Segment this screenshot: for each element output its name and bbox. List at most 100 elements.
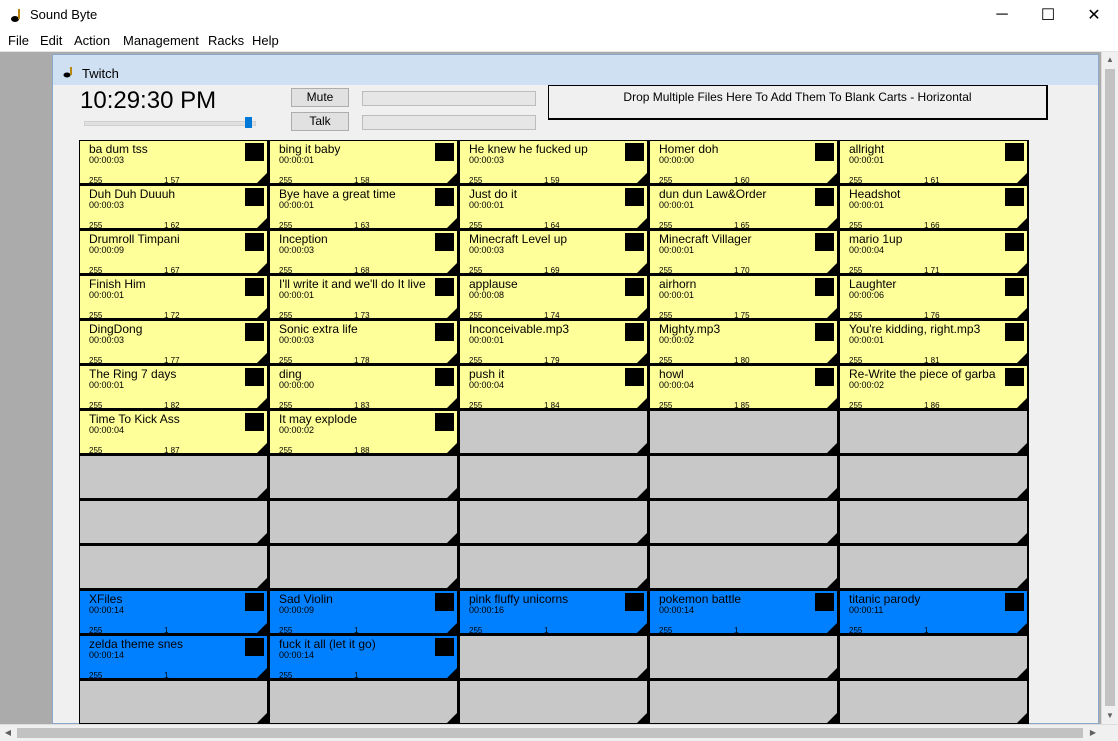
cart-28[interactable]: howl 00:00:04 255 1 85	[649, 365, 839, 410]
cart-color-swatch[interactable]	[435, 323, 454, 341]
cart-23[interactable]: Mighty.mp3 00:00:02 255 1 80	[649, 320, 839, 365]
cart-24[interactable]: You're kidding, right.mp3 00:00:01 255 1 81	[839, 320, 1029, 365]
empty-cart[interactable]	[649, 635, 839, 680]
talk-button[interactable]: Talk	[291, 112, 349, 131]
scroll-up-icon[interactable]: ▲	[1102, 52, 1118, 68]
cart-color-swatch[interactable]	[245, 188, 264, 206]
cart-color-swatch[interactable]	[1005, 188, 1024, 206]
horizontal-scrollbar[interactable]: ◀ ▶	[0, 724, 1118, 741]
empty-cart[interactable]	[839, 545, 1029, 590]
cart-0[interactable]: ba dum tss 00:00:03 255 1 57	[79, 140, 269, 185]
empty-cart[interactable]	[649, 455, 839, 500]
cart-56[interactable]: fuck it all (let it go) 00:00:14 255 1	[269, 635, 459, 680]
cart-color-swatch[interactable]	[245, 323, 264, 341]
cart-color-swatch[interactable]	[435, 413, 454, 431]
menu-edit[interactable]: Edit	[40, 33, 62, 48]
cart-color-swatch[interactable]	[435, 143, 454, 161]
cart-26[interactable]: ding 00:00:00 255 1 83	[269, 365, 459, 410]
cart-color-swatch[interactable]	[245, 233, 264, 251]
mute-button[interactable]: Mute	[291, 88, 349, 107]
cart-14[interactable]: mario 1up 00:00:04 255 1 71	[839, 230, 1029, 275]
empty-cart[interactable]	[269, 500, 459, 545]
cart-color-swatch[interactable]	[1005, 233, 1024, 251]
empty-cart[interactable]	[839, 680, 1029, 724]
cart-8[interactable]: dun dun Law&Order 00:00:01 255 1 65	[649, 185, 839, 230]
empty-cart[interactable]	[79, 680, 269, 724]
cart-color-swatch[interactable]	[815, 233, 834, 251]
cart-20[interactable]: DingDong 00:00:03 255 1 77	[79, 320, 269, 365]
cart-color-swatch[interactable]	[435, 233, 454, 251]
cart-31[interactable]: It may explode 00:00:02 255 1 88	[269, 410, 459, 455]
empty-cart[interactable]	[839, 635, 1029, 680]
vertical-scrollbar[interactable]: ▲ ▼	[1101, 52, 1118, 724]
cart-color-swatch[interactable]	[625, 278, 644, 296]
cart-9[interactable]: Headshot 00:00:01 255 1 66	[839, 185, 1029, 230]
volume-slider-thumb[interactable]	[245, 117, 252, 128]
drop-zone[interactable]: Drop Multiple Files Here To Add Them To …	[548, 85, 1048, 120]
cart-color-swatch[interactable]	[245, 368, 264, 386]
menu-file[interactable]: File	[8, 33, 29, 48]
minimize-button[interactable]: ─	[979, 0, 1025, 30]
cart-color-swatch[interactable]	[435, 188, 454, 206]
empty-cart[interactable]	[839, 455, 1029, 500]
cart-color-swatch[interactable]	[625, 593, 644, 611]
menu-action[interactable]: Action	[74, 33, 110, 48]
rack-window-titlebar[interactable]: Twitch	[53, 55, 1098, 85]
cart-color-swatch[interactable]	[625, 188, 644, 206]
cart-color-swatch[interactable]	[1005, 368, 1024, 386]
cart-4[interactable]: allright 00:00:01 255 1 61	[839, 140, 1029, 185]
cart-6[interactable]: Bye have a great time 00:00:01 255 1 63	[269, 185, 459, 230]
cart-54[interactable]: titanic parody 00:00:11 255 1	[839, 590, 1029, 635]
cart-color-swatch[interactable]	[815, 323, 834, 341]
cart-27[interactable]: push it 00:00:04 255 1 84	[459, 365, 649, 410]
empty-cart[interactable]	[459, 455, 649, 500]
cart-color-swatch[interactable]	[245, 413, 264, 431]
cart-color-swatch[interactable]	[435, 278, 454, 296]
empty-cart[interactable]	[269, 545, 459, 590]
cart-52[interactable]: pink fluffy unicorns 00:00:16 255 1	[459, 590, 649, 635]
cart-12[interactable]: Minecraft Level up 00:00:03 255 1 69	[459, 230, 649, 275]
cart-17[interactable]: applause 00:00:08 255 1 74	[459, 275, 649, 320]
empty-cart[interactable]	[459, 635, 649, 680]
cart-29[interactable]: Re-Write the piece of garba 00:00:02 255 1 …	[839, 365, 1029, 410]
empty-cart[interactable]	[649, 500, 839, 545]
empty-cart[interactable]	[839, 410, 1029, 455]
horizontal-scroll-thumb[interactable]	[17, 728, 1083, 738]
cart-color-swatch[interactable]	[245, 638, 264, 656]
cart-21[interactable]: Sonic extra life 00:00:03 255 1 78	[269, 320, 459, 365]
cart-color-swatch[interactable]	[245, 143, 264, 161]
menu-management[interactable]: Management	[123, 33, 199, 48]
empty-cart[interactable]	[649, 410, 839, 455]
maximize-button[interactable]: ☐	[1025, 0, 1071, 30]
cart-color-swatch[interactable]	[625, 323, 644, 341]
empty-cart[interactable]	[79, 545, 269, 590]
cart-30[interactable]: Time To Kick Ass 00:00:04 255 1 87	[79, 410, 269, 455]
menu-racks[interactable]: Racks	[208, 33, 244, 48]
cart-55[interactable]: zelda theme snes 00:00:14 255 1	[79, 635, 269, 680]
cart-22[interactable]: Inconceivable.mp3 00:00:01 255 1 79	[459, 320, 649, 365]
cart-color-swatch[interactable]	[815, 143, 834, 161]
cart-color-swatch[interactable]	[1005, 278, 1024, 296]
empty-cart[interactable]	[79, 500, 269, 545]
cart-color-swatch[interactable]	[815, 593, 834, 611]
cart-10[interactable]: Drumroll Timpani 00:00:09 255 1 67	[79, 230, 269, 275]
cart-color-swatch[interactable]	[815, 368, 834, 386]
cart-51[interactable]: Sad Violin 00:00:09 255 1	[269, 590, 459, 635]
empty-cart[interactable]	[79, 455, 269, 500]
scroll-left-icon[interactable]: ◀	[0, 725, 16, 741]
cart-7[interactable]: Just do it 00:00:01 255 1 64	[459, 185, 649, 230]
menu-help[interactable]: Help	[252, 33, 279, 48]
cart-color-swatch[interactable]	[245, 278, 264, 296]
empty-cart[interactable]	[649, 680, 839, 724]
cart-53[interactable]: pokemon battle 00:00:14 255 1	[649, 590, 839, 635]
cart-color-swatch[interactable]	[1005, 323, 1024, 341]
cart-11[interactable]: Inception 00:00:03 255 1 68	[269, 230, 459, 275]
cart-5[interactable]: Duh Duh Duuuh 00:00:03 255 1 62	[79, 185, 269, 230]
cart-color-swatch[interactable]	[435, 593, 454, 611]
cart-color-swatch[interactable]	[625, 368, 644, 386]
empty-cart[interactable]	[459, 680, 649, 724]
cart-3[interactable]: Homer doh 00:00:00 255 1 60	[649, 140, 839, 185]
cart-18[interactable]: airhorn 00:00:01 255 1 75	[649, 275, 839, 320]
close-button[interactable]: ✕	[1071, 0, 1117, 30]
cart-color-swatch[interactable]	[815, 278, 834, 296]
